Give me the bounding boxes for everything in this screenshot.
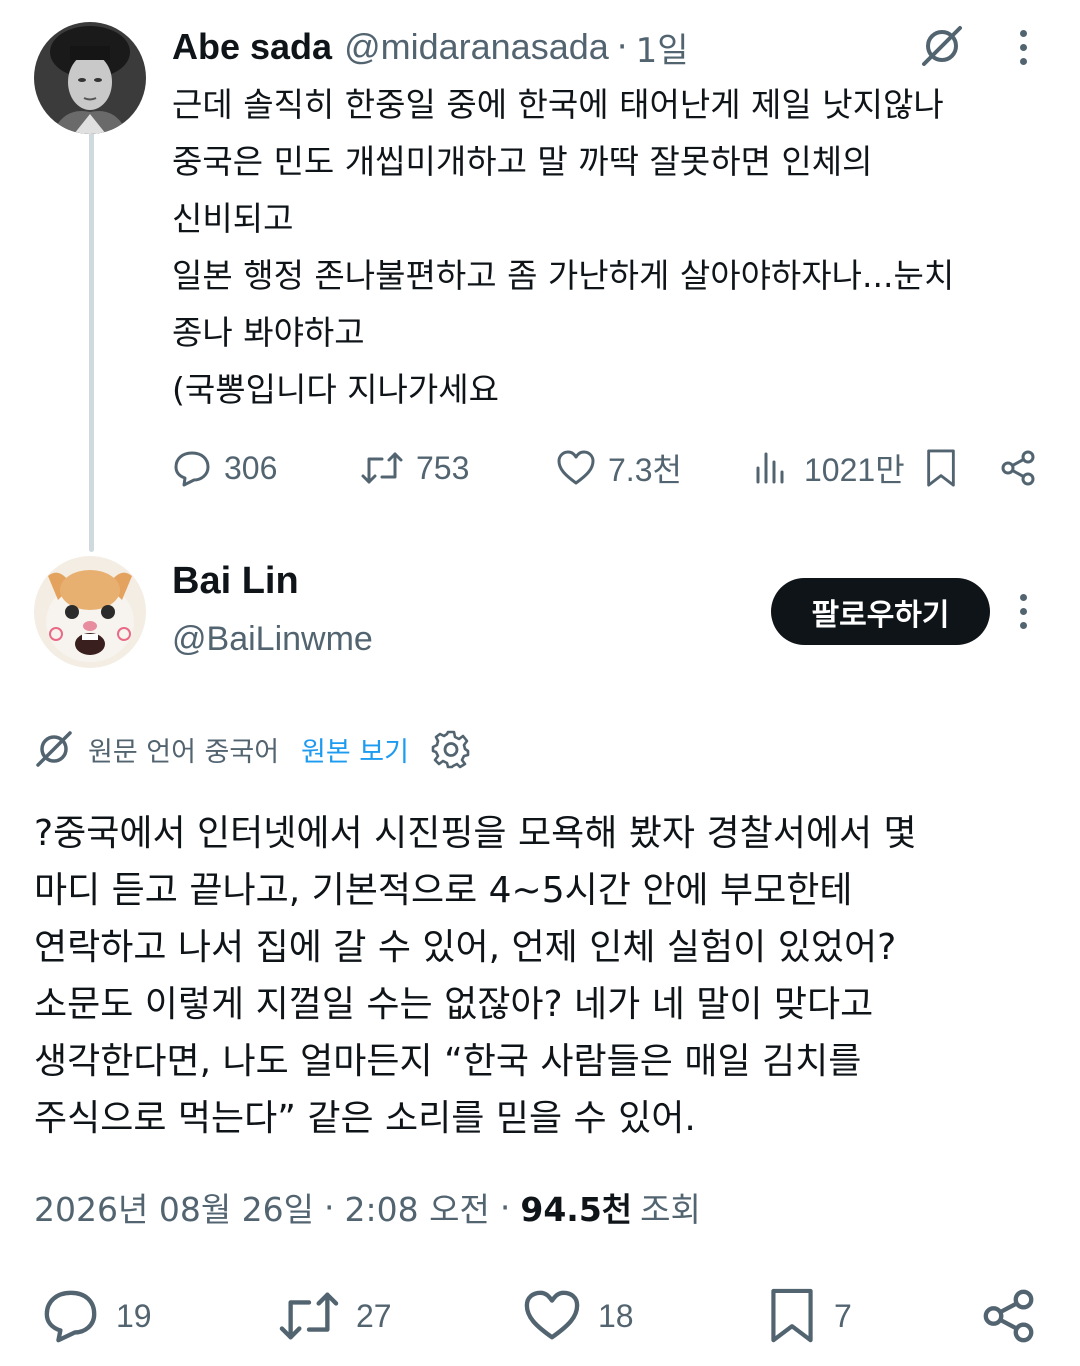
views-icon	[756, 452, 784, 484]
reply-author-name[interactable]: Bai Lin	[172, 560, 299, 603]
like-icon	[524, 1290, 580, 1340]
reply-action-bar: 19 27 18 7	[0, 1284, 1080, 1348]
parent-reply-count: 306	[224, 449, 278, 486]
reply-author-handle[interactable]: @BaiLinwme	[172, 620, 373, 659]
reply-count: 19	[116, 1297, 152, 1334]
reply-bookmark-button[interactable]: 7	[766, 1284, 852, 1348]
parent-repost-button[interactable]: 753	[360, 440, 469, 496]
tweet-time[interactable]: 2:08 오전	[345, 1183, 490, 1231]
parent-like-count: 7.3천	[608, 452, 682, 488]
parent-avatar[interactable]	[34, 22, 146, 134]
like-count: 18	[598, 1297, 634, 1334]
parent-action-bar: 306 753 7.3천 1021만	[0, 440, 1080, 496]
reply-text-line: 연락하고 나서 집에 갈 수 있어, 언제 인체 실험이 있었어?	[34, 927, 897, 968]
grok-icon[interactable]	[918, 22, 966, 70]
parent-author-handle[interactable]: @midaranasada	[344, 26, 609, 68]
parent-author-name[interactable]: Abe sada	[172, 26, 332, 68]
follow-button[interactable]: 팔로우하기	[771, 578, 990, 645]
bookmark-count: 7	[834, 1297, 852, 1334]
tweet-meta: 2026년 08월 26일 · 2:08 오전 · 94.5천 조회	[34, 1180, 701, 1234]
share-icon	[983, 1289, 1034, 1343]
bookmark-icon	[927, 449, 955, 487]
reply-text-line: 생각한다면, 나도 얼마든지 “한국 사람들은 매일 김치를	[34, 1041, 862, 1082]
views-count: 94.5천	[520, 1190, 633, 1229]
translation-row: 원문 언어 중국어 원본 보기	[34, 725, 471, 773]
parent-more-icon[interactable]	[1018, 30, 1028, 65]
parent-views-count: 1021만	[804, 452, 905, 488]
reply-icon	[174, 451, 210, 487]
reply-repost-button[interactable]: 27	[278, 1284, 392, 1348]
show-original-link[interactable]: 원본 보기	[301, 730, 409, 769]
parent-repost-count: 753	[416, 449, 470, 486]
repost-icon	[361, 452, 403, 484]
reply-text-line: ?중국에서 인터넷에서 시진핑을 모욕해 봤자 경찰서에서 몇	[34, 813, 917, 854]
meta-separator: ·	[499, 1187, 511, 1227]
parent-tweet-time[interactable]: 1일	[636, 23, 689, 72]
reply-text-line: 마디 듣고 끝나고, 기본적으로 4~5시간 안에 부모한테	[34, 870, 853, 911]
translate-icon	[36, 731, 72, 767]
parent-like-button[interactable]: 7.3천	[556, 440, 682, 496]
gear-icon[interactable]	[431, 729, 471, 769]
parent-share-button[interactable]	[998, 440, 1038, 496]
parent-text-line: (국뽕입니다 지나가세요	[172, 370, 499, 409]
share-icon	[1001, 450, 1035, 486]
parent-text-line: 근데 솔직히 한중일 중에 한국에 태어난게 제일 낫지않나	[172, 85, 944, 124]
tweet-date[interactable]: 2026년 08월 26일	[34, 1183, 314, 1231]
reply-share-button[interactable]	[980, 1284, 1038, 1348]
reply-text-line: 주식으로 먹는다” 같은 소리를 믿을 수 있어.	[34, 1098, 696, 1139]
header-separator: ·	[616, 27, 628, 67]
meta-separator: ·	[324, 1187, 335, 1227]
views-label: 조회	[640, 1190, 701, 1229]
reply-avatar[interactable]	[34, 556, 146, 668]
repost-icon	[279, 1292, 339, 1340]
reply-text-line: 소문도 이렇게 지껄일 수는 없잖아? 네가 네 말이 맞다고	[34, 984, 874, 1025]
parent-tweet-text: 근데 솔직히 한중일 중에 한국에 태어난게 제일 낫지않나 중국은 민도 개씹…	[172, 76, 1052, 418]
parent-text-line: 일본 행정 존나불편하고 좀 가난하게 살아야하자나...눈치	[172, 256, 955, 295]
source-language-label: 원문 언어 중국어	[88, 736, 280, 768]
bookmark-icon	[771, 1288, 813, 1343]
reply-more-icon[interactable]	[1018, 594, 1028, 629]
reply-tweet-text: ?중국에서 인터넷에서 시진핑을 모욕해 봤자 경찰서에서 몇 마디 듣고 끝나…	[34, 805, 1054, 1147]
repost-count: 27	[356, 1297, 392, 1334]
parent-tweet-header: Abe sada @midaranasada · 1일	[172, 22, 689, 72]
parent-views-button[interactable]: 1021만	[752, 440, 905, 496]
reply-reply-button[interactable]: 19	[42, 1284, 152, 1348]
parent-text-line: 중국은 민도 개씹미개하고 말 까딱 잘못하면 인체의	[172, 142, 873, 181]
like-icon	[557, 450, 595, 485]
parent-text-line: 신비되고	[172, 199, 294, 238]
reply-like-button[interactable]: 18	[522, 1284, 634, 1348]
parent-reply-button[interactable]: 306	[172, 440, 277, 496]
reply-icon	[44, 1290, 97, 1343]
parent-text-line: 종나 봐야하고	[172, 313, 365, 352]
parent-bookmark-button[interactable]	[922, 440, 960, 496]
